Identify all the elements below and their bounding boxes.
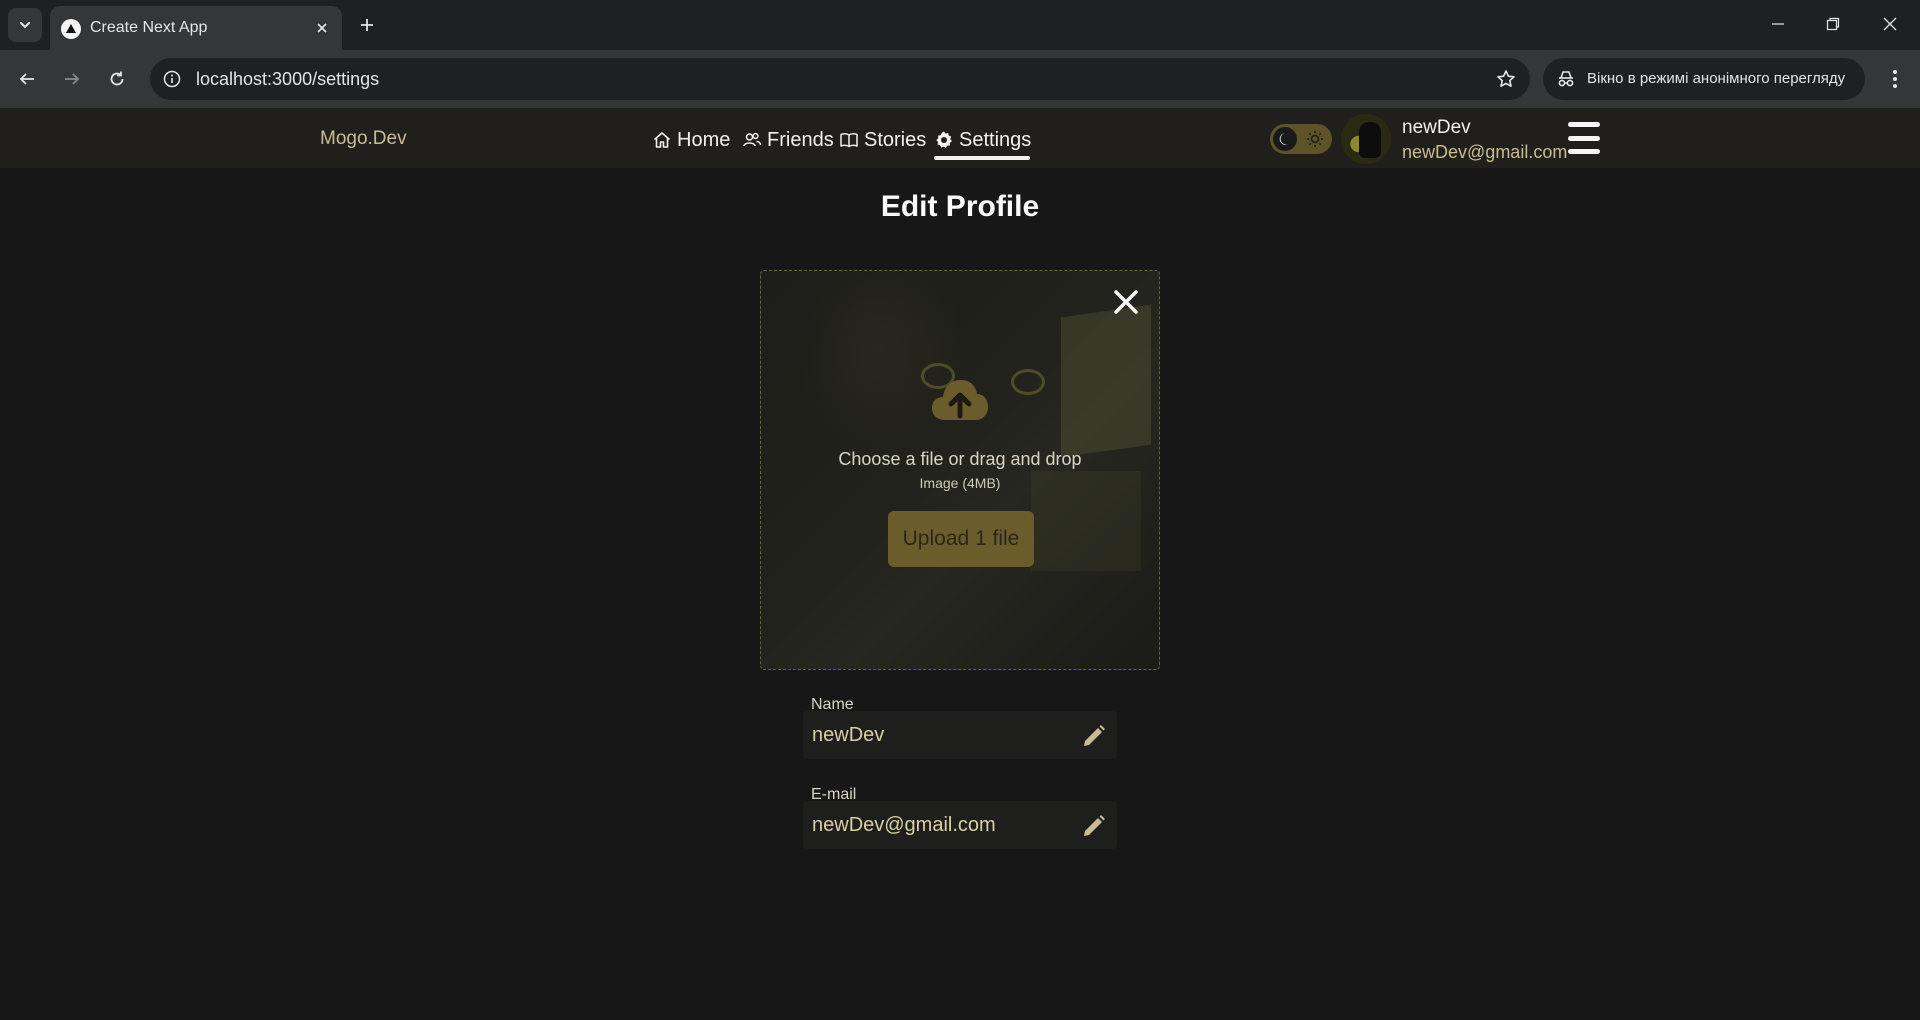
browser-menu-icon[interactable] bbox=[1878, 62, 1912, 96]
back-arrow-icon[interactable] bbox=[10, 62, 44, 96]
cloud-upload-icon bbox=[924, 371, 996, 427]
reload-icon[interactable] bbox=[100, 62, 134, 96]
address-bar[interactable]: localhost:3000/settings bbox=[150, 58, 1530, 100]
upload-hint: Image (4MB) bbox=[919, 475, 1001, 491]
app-header: Mogo.Dev Home Friends Stories Settings n… bbox=[0, 108, 1920, 168]
minimize-icon[interactable] bbox=[1760, 8, 1796, 40]
active-nav-indicator bbox=[934, 156, 1030, 160]
name-field[interactable]: newDev bbox=[803, 711, 1117, 759]
chevron-down-icon bbox=[20, 22, 30, 29]
upload-button[interactable]: Upload 1 file bbox=[888, 511, 1034, 567]
window-close-icon[interactable] bbox=[1872, 8, 1908, 40]
nav-settings[interactable]: Settings bbox=[934, 125, 1031, 155]
theme-toggle[interactable] bbox=[1270, 124, 1332, 154]
tab-title: Create Next App bbox=[90, 19, 208, 36]
incognito-icon bbox=[1555, 68, 1577, 90]
new-tab-icon[interactable] bbox=[354, 12, 380, 38]
browser-tab[interactable]: Create Next App bbox=[50, 6, 342, 50]
pencil-icon[interactable] bbox=[1079, 721, 1109, 751]
book-icon bbox=[839, 130, 859, 150]
email-field[interactable]: newDev@gmail.com bbox=[803, 801, 1117, 849]
url-text[interactable]: localhost:3000/settings bbox=[196, 69, 379, 90]
sun-icon bbox=[1305, 129, 1325, 149]
user-email: newDev@gmail.com bbox=[1402, 142, 1568, 162]
user-name: newDev bbox=[1402, 117, 1471, 138]
page-title: Edit Profile bbox=[880, 190, 1040, 223]
nav-stories[interactable]: Stories bbox=[839, 125, 926, 155]
nav-home[interactable]: Home bbox=[652, 125, 730, 155]
tab-search-button[interactable] bbox=[8, 8, 42, 42]
gear-icon bbox=[934, 130, 954, 150]
incognito-indicator[interactable]: Вікно в режимі анонімного перегляду bbox=[1543, 58, 1865, 100]
nav-stories-label: Stories bbox=[864, 128, 927, 151]
nav-friends[interactable]: Friends bbox=[742, 125, 834, 155]
nextjs-favicon-icon bbox=[61, 19, 81, 39]
tab-close-icon[interactable] bbox=[312, 18, 332, 38]
bookmark-star-icon[interactable] bbox=[1494, 67, 1518, 91]
email-value: newDev@gmail.com bbox=[812, 814, 996, 836]
moon-icon bbox=[1273, 127, 1297, 151]
browser-tab-strip: Create Next App bbox=[0, 0, 1920, 50]
close-icon[interactable] bbox=[1109, 285, 1143, 319]
forward-arrow-icon[interactable] bbox=[55, 62, 89, 96]
pencil-icon[interactable] bbox=[1079, 811, 1109, 841]
avatar-photo bbox=[1359, 122, 1381, 158]
preview-image-detail bbox=[1061, 304, 1151, 458]
avatar[interactable] bbox=[1341, 114, 1391, 164]
incognito-label: Вікно в режимі анонімного перегляду bbox=[1587, 70, 1846, 87]
site-info-icon[interactable] bbox=[160, 67, 184, 91]
hamburger-menu-icon[interactable] bbox=[1568, 122, 1600, 154]
nav-home-label: Home bbox=[677, 128, 731, 151]
nav-friends-label: Friends bbox=[767, 128, 834, 151]
upload-prompt: Choose a file or drag and drop bbox=[838, 449, 1082, 469]
restore-icon[interactable] bbox=[1815, 8, 1851, 40]
browser-toolbar: localhost:3000/settings Вікно в режимі а… bbox=[0, 50, 1920, 108]
avatar-upload-dropzone[interactable]: Choose a file or drag and drop Image (4M… bbox=[760, 270, 1160, 670]
home-icon bbox=[652, 130, 672, 150]
nav-settings-label: Settings bbox=[959, 128, 1032, 151]
logo[interactable]: Mogo.Dev bbox=[320, 128, 407, 150]
name-value: newDev bbox=[812, 724, 885, 746]
preview-image-detail bbox=[1011, 369, 1045, 395]
users-icon bbox=[742, 130, 762, 150]
